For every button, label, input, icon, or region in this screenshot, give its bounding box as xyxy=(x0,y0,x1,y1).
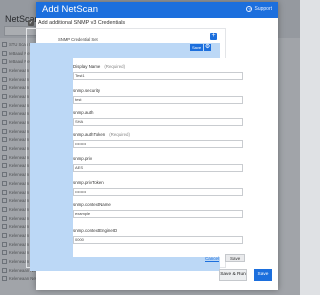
cancel-link[interactable]: Cancel xyxy=(205,256,219,261)
field-label: snmp.contextEngineID xyxy=(73,228,253,233)
field-label-text: snmp.contextName xyxy=(73,202,111,207)
help-icon: ? xyxy=(246,6,253,12)
field-label-text: Display Name xyxy=(73,64,101,69)
credential-field: snmp.contextEngineID 0000 xyxy=(73,228,253,244)
field-label: Display Name (Required) xyxy=(73,64,253,69)
field-label-text: snmp.security xyxy=(73,88,101,93)
field-label-text: snmp.priv xyxy=(73,156,93,161)
snmp-v3-checkbox-label: Add additional SNMP v3 Credentials xyxy=(38,20,126,26)
snmp-v3-checkbox[interactable]: ✓ xyxy=(28,20,34,26)
field-input[interactable]: 0000 xyxy=(73,236,243,244)
panel-save-tab[interactable]: Save xyxy=(190,44,204,51)
credential-field: snmp.contextName example xyxy=(73,202,253,218)
field-label: snmp.auth xyxy=(73,110,253,115)
field-input[interactable]: •••••••• xyxy=(73,188,243,196)
credential-field: snmp.security test xyxy=(73,88,253,104)
support-label: Support xyxy=(254,6,272,12)
required-indicator: (Required) xyxy=(109,132,130,137)
snmp-v3-checkbox-row[interactable]: ✓ Add additional SNMP v3 Credentials xyxy=(28,20,125,26)
field-input[interactable]: SHA xyxy=(73,118,243,126)
field-label: snmp.priv xyxy=(73,156,253,161)
gear-icon[interactable]: ⚙ xyxy=(204,44,212,51)
field-label: snmp.privToken xyxy=(73,180,253,185)
plus-icon: + xyxy=(211,32,216,39)
credential-field: snmp.privToken •••••••• xyxy=(73,180,253,196)
save-and-run-button[interactable]: Save & Run xyxy=(219,269,247,281)
credential-field: snmp.priv AES xyxy=(73,156,253,172)
field-label-text: snmp.privToken xyxy=(73,180,104,185)
support-link[interactable]: ? Support xyxy=(246,6,272,12)
field-input[interactable]: example xyxy=(73,210,243,218)
field-input[interactable]: •••••••• xyxy=(73,140,243,148)
field-input[interactable]: test xyxy=(73,96,243,104)
field-input[interactable]: Test1 xyxy=(73,72,243,80)
panel-controls: Save ⚙ xyxy=(190,44,212,51)
credential-field: Display Name (Required) Test1 xyxy=(73,64,253,80)
required-indicator: (Required) xyxy=(104,64,126,69)
add-credential-button[interactable]: + xyxy=(210,32,217,40)
field-label: snmp.security xyxy=(73,88,253,93)
credential-save-button[interactable]: Save xyxy=(225,254,246,262)
field-label: snmp.authToken (Required) xyxy=(73,132,253,137)
modal-title: Add NetScan xyxy=(42,4,98,15)
credential-set-label: SNMP Credential Set xyxy=(58,37,98,42)
credential-field: snmp.auth SHA xyxy=(73,110,253,126)
credential-field: snmp.authToken (Required) •••••••• xyxy=(73,132,253,148)
modal-header: Add NetScan ? Support xyxy=(36,2,278,18)
credential-form: Display Name (Required) Test1 snmp.security… xyxy=(73,58,253,257)
save-button[interactable]: Save xyxy=(254,269,272,281)
field-label-text: snmp.authToken xyxy=(73,132,106,137)
credential-form-actions: Cancel Save xyxy=(205,254,246,262)
field-label: snmp.contextName xyxy=(73,202,253,207)
field-label-text: snmp.contextEngineID xyxy=(73,228,118,233)
field-label-text: snmp.auth xyxy=(73,110,94,115)
field-input[interactable]: AES xyxy=(73,164,243,172)
